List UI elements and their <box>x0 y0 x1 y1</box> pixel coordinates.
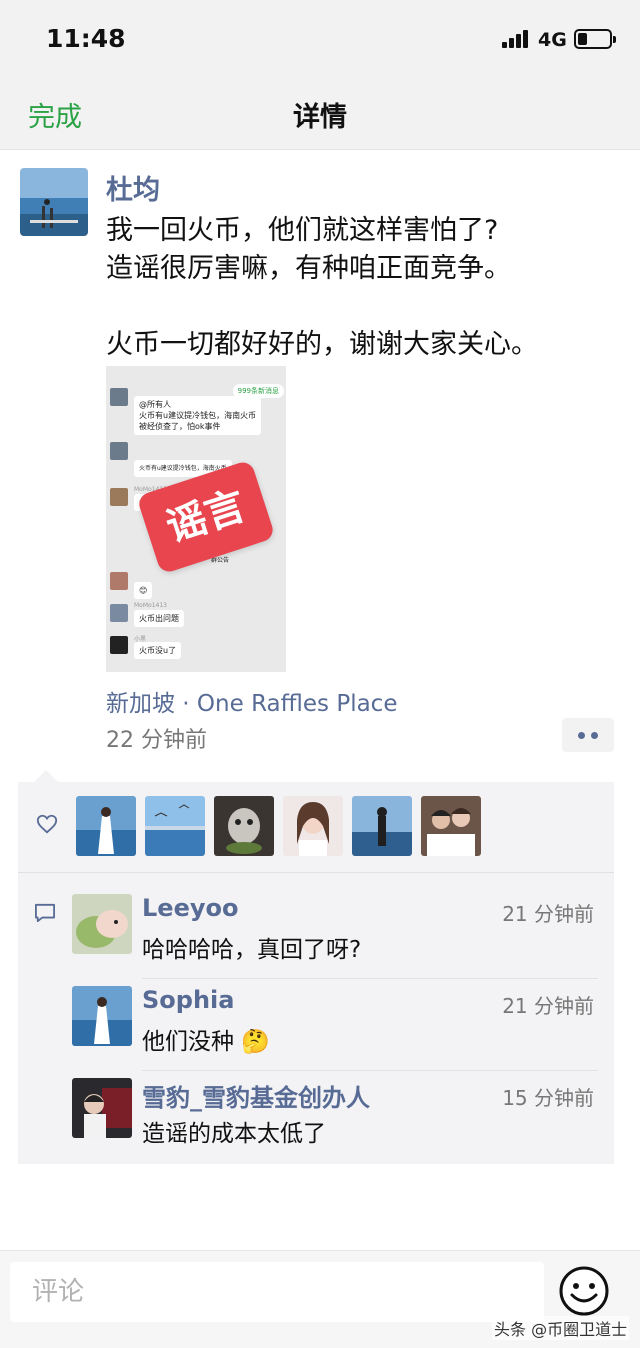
liker-avatar[interactable] <box>145 796 205 856</box>
divider <box>18 872 614 873</box>
commenter-avatar[interactable] <box>72 986 132 1046</box>
comment-item[interactable]: Sophia 21 分钟前 他们没种 🤔 <box>72 986 598 1078</box>
author-name[interactable]: 杜均 <box>106 168 160 207</box>
post-line: 我一回火币，他们就这样害怕了? <box>106 215 499 246</box>
dot-icon <box>591 732 598 739</box>
post-image[interactable]: 999条新消息 @所有人 火币有u建议提冷钱包，海南火币 被经侦查了，怕ok事件… <box>106 366 286 672</box>
signal-icon <box>502 30 532 48</box>
commenter-name[interactable]: 雪豹_雪豹基金创办人 <box>142 1078 370 1113</box>
divider <box>142 978 598 979</box>
more-actions-button[interactable] <box>562 718 614 752</box>
battery-icon <box>574 29 616 49</box>
status-time: 11:48 <box>46 24 126 53</box>
comment-item[interactable]: 雪豹_雪豹基金创办人 15 分钟前 造谣的成本太低了 <box>72 1078 598 1170</box>
comment-text: 哈哈哈哈，真回了呀? <box>142 937 362 963</box>
author-avatar[interactable] <box>20 168 88 236</box>
liker-avatar[interactable] <box>283 796 343 856</box>
watermark: 头条 @币圈卫道士 <box>492 1316 630 1340</box>
top-bar: 11:48 4G 完成 详情 <box>0 0 640 150</box>
commenter-name[interactable]: Sophia <box>142 986 234 1014</box>
liker-avatar[interactable] <box>352 796 412 856</box>
comment-time: 21 分钟前 <box>502 902 594 926</box>
box-arrow <box>34 770 58 782</box>
commenter-name[interactable]: Leeyoo <box>142 894 238 922</box>
post-text: 我一回火币，他们就这样害怕了? 造谣很厉害嘛，有种咱正面竞争。 火币一切都好好的… <box>106 212 616 364</box>
comment-item[interactable]: Leeyoo 21 分钟前 哈哈哈哈，真回了呀? <box>72 894 598 986</box>
divider <box>142 1070 598 1071</box>
liker-avatar[interactable] <box>76 796 136 856</box>
commenter-avatar[interactable] <box>72 894 132 954</box>
liker-avatar[interactable] <box>421 796 481 856</box>
comment-time: 21 分钟前 <box>502 994 594 1018</box>
done-button[interactable]: 完成 <box>28 95 82 134</box>
dot-icon <box>578 732 585 739</box>
network-type: 4G <box>538 29 567 51</box>
comment-icon <box>35 903 55 923</box>
page-title: 详情 <box>293 102 347 133</box>
comment-text: 他们没种 🤔 <box>142 1029 270 1055</box>
location-link[interactable]: 新加坡 · One Raffles Place <box>106 684 397 718</box>
comment-input[interactable] <box>10 1262 544 1322</box>
post-line: 火币一切都好好的，谢谢大家关心。 <box>106 329 538 360</box>
comment-time: 15 分钟前 <box>502 1086 594 1110</box>
liker-avatar[interactable] <box>214 796 274 856</box>
post-line: 造谣很厉害嘛，有种咱正面竞争。 <box>106 253 511 284</box>
post-time: 22 分钟前 <box>106 728 207 753</box>
emoji-icon[interactable] <box>558 1265 610 1317</box>
commenter-avatar[interactable] <box>72 1078 132 1138</box>
heart-icon <box>36 814 58 834</box>
comment-text: 造谣的成本太低了 <box>142 1121 326 1147</box>
